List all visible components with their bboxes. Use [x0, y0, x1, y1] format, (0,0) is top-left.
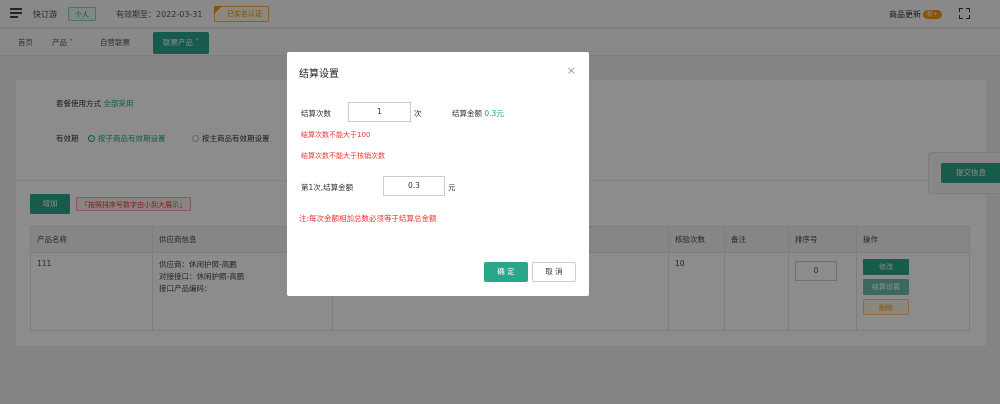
first-amount-label: 第1次,结算金额	[301, 183, 354, 192]
confirm-button[interactable]: 确 定	[484, 262, 528, 282]
error-verify-count: 结算次数不能大于核销次数	[301, 152, 385, 160]
dialog-title: 结算设置	[299, 69, 339, 80]
settle-count-unit: 次	[414, 109, 422, 118]
settle-amount-label: 结算金额	[452, 109, 482, 118]
settlement-dialog: 结算设置 × 结算次数 1 次 结算金额 0.3元 结算次数不能大于100 结算…	[287, 52, 589, 296]
settle-amount-value: 0.3元	[484, 109, 504, 118]
error-max-count: 结算次数不能大于100	[301, 131, 371, 139]
settle-count-input[interactable]: 1	[348, 102, 411, 122]
first-amount-input[interactable]: 0.3	[383, 176, 445, 196]
cancel-button[interactable]: 取 消	[532, 262, 576, 282]
sum-note: 注:每次金额相加总数必须等于结算总金额	[299, 214, 437, 223]
close-icon[interactable]: ×	[567, 64, 576, 77]
first-amount-unit: 元	[448, 183, 456, 192]
settle-amount-row: 结算金额 0.3元	[452, 108, 504, 119]
settle-count-label: 结算次数	[301, 109, 331, 118]
